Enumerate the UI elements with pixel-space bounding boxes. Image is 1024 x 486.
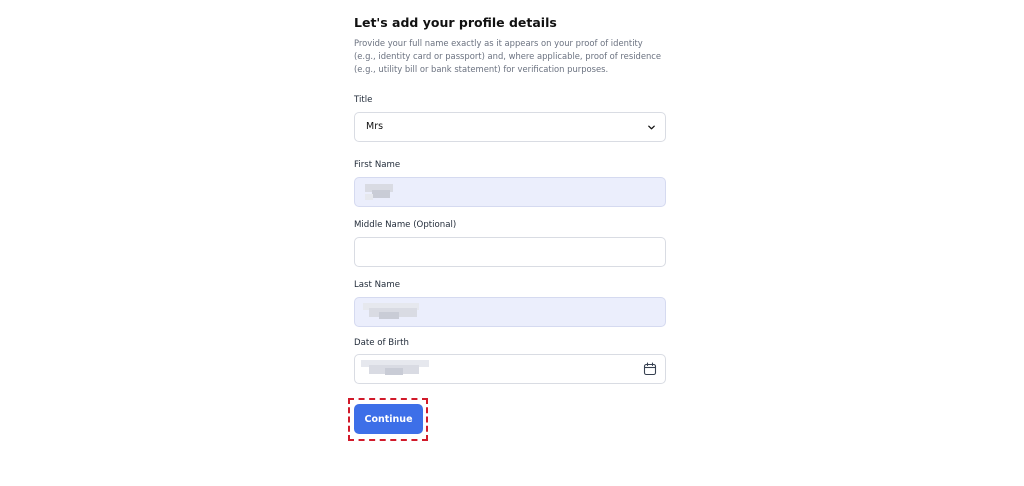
title-select[interactable]: Mrs: [354, 112, 666, 142]
first-name-input[interactable]: [354, 177, 666, 207]
page-title: Let's add your profile details: [354, 15, 557, 30]
date-of-birth-input[interactable]: [354, 354, 666, 384]
calendar-icon[interactable]: [643, 362, 657, 376]
middle-name-field[interactable]: [354, 237, 666, 267]
title-select-value: Mrs: [366, 121, 384, 132]
last-name-input[interactable]: [354, 297, 666, 327]
middle-name-input[interactable]: [355, 238, 665, 266]
chevron-down-icon: [648, 125, 655, 130]
date-of-birth-label: Date of Birth: [354, 338, 409, 348]
middle-name-label: Middle Name (Optional): [354, 220, 457, 230]
last-name-label: Last Name: [354, 280, 400, 290]
page-description: Provide your full name exactly as it app…: [354, 38, 662, 74]
profile-details-form: Let's add your profile details Provide y…: [354, 14, 666, 384]
first-name-label: First Name: [354, 160, 401, 170]
title-label: Title: [354, 95, 373, 105]
continue-button[interactable]: Continue: [354, 404, 423, 434]
